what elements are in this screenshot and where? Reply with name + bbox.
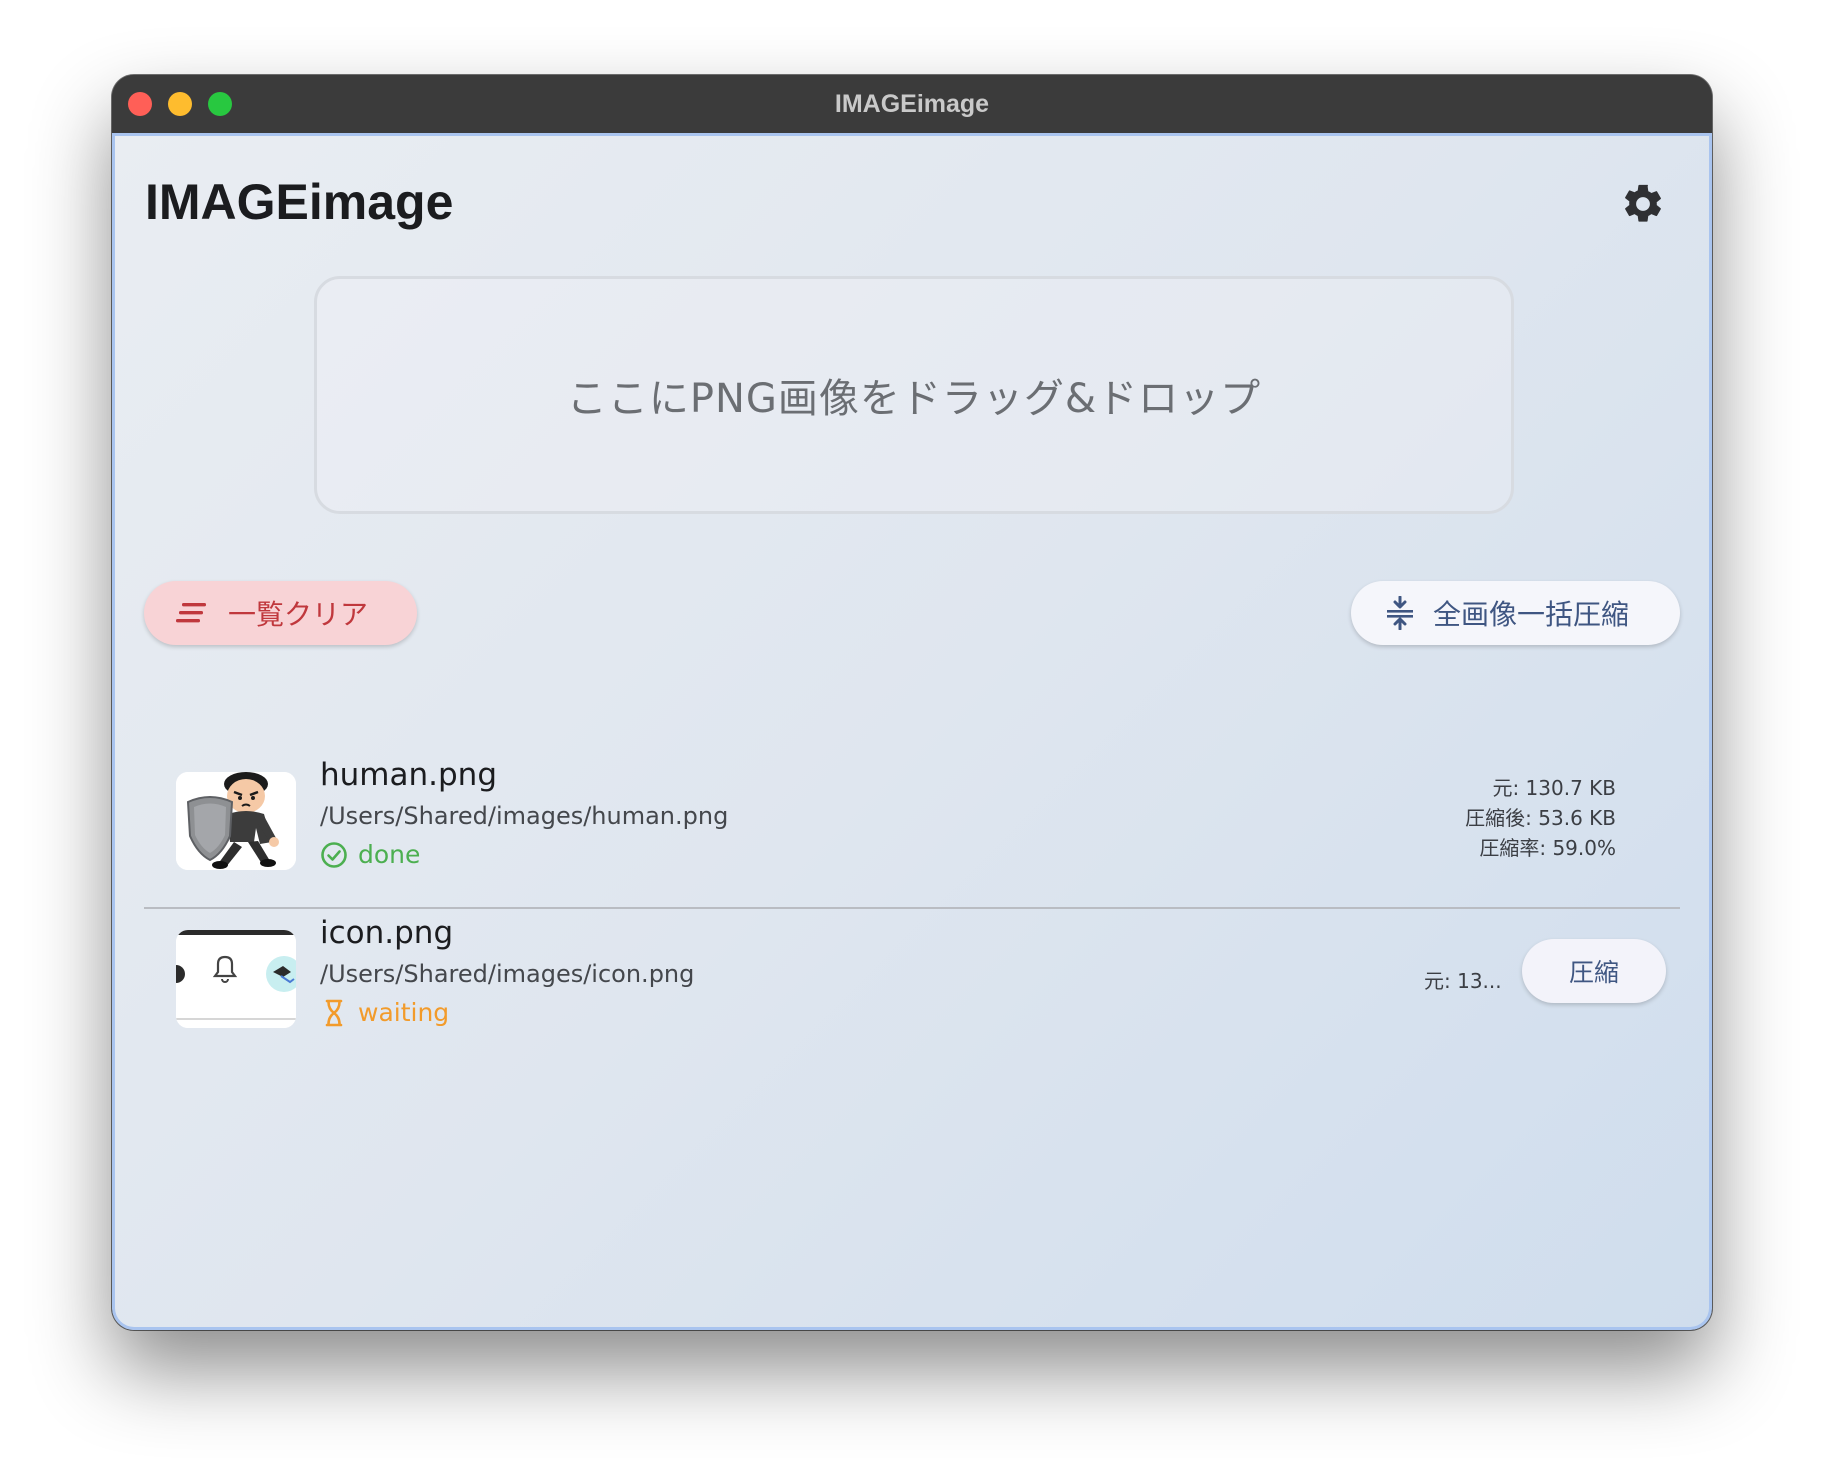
- file-thumbnail: [176, 930, 296, 1028]
- page-title: IMAGEimage: [145, 174, 454, 230]
- original-size: 元: 130.7 KB: [1492, 776, 1616, 800]
- status-text: done: [358, 840, 421, 869]
- main-content: IMAGEimage ここにPNG画像をドラッグ&ドロップ 一覧クリア 全画像一…: [112, 133, 1712, 1330]
- compressed-size: 圧縮後: 53.6 KB: [1465, 806, 1616, 830]
- status-badge: waiting: [320, 998, 449, 1027]
- compress-all-label: 全画像一括圧縮: [1433, 598, 1630, 631]
- compress-button[interactable]: 圧縮: [1522, 939, 1666, 1003]
- drop-zone-text: ここにPNG画像をドラッグ&ドロップ: [566, 376, 1262, 422]
- app-window: IMAGEimage IMAGEimage ここにPNG画像をドラッグ&ドロップ…: [112, 75, 1712, 1330]
- file-path: /Users/Shared/images/icon.png: [320, 960, 695, 988]
- gear-icon[interactable]: [1620, 181, 1666, 227]
- clear-list-label: 一覧クリア: [228, 598, 369, 631]
- clear-all-icon: [176, 603, 206, 623]
- file-thumbnail: [176, 772, 296, 870]
- status-text: waiting: [358, 998, 450, 1027]
- check-circle-icon: [321, 841, 347, 868]
- compress-all-button[interactable]: 全画像一括圧縮: [1351, 581, 1680, 645]
- human-thumbnail-image: [176, 772, 296, 870]
- list-item[interactable]: icon.png /Users/Shared/images/icon.png w…: [144, 913, 1680, 1071]
- file-name: human.png: [320, 757, 497, 793]
- drop-zone[interactable]: ここにPNG画像をドラッグ&ドロップ: [314, 276, 1514, 514]
- list-item[interactable]: human.png /Users/Shared/images/human.png…: [144, 755, 1680, 913]
- file-name: icon.png: [320, 915, 454, 951]
- size-info: 元: 130.7 KB 圧縮後: 53.6 KB 圧縮率: 59.0%: [1465, 773, 1616, 863]
- compression-ratio: 圧縮率: 59.0%: [1479, 836, 1616, 860]
- hourglass-icon: [325, 999, 343, 1026]
- status-badge: done: [320, 840, 420, 869]
- original-size: 元: 13...: [1424, 969, 1502, 993]
- clear-list-button[interactable]: 一覧クリア: [144, 581, 417, 645]
- window-title: IMAGEimage: [834, 90, 990, 118]
- title-bar[interactable]: IMAGEimage: [112, 75, 1712, 134]
- file-path: /Users/Shared/images/human.png: [320, 802, 729, 830]
- list-divider: [144, 907, 1680, 909]
- desktop: IMAGEimage IMAGEimage ここにPNG画像をドラッグ&ドロップ…: [0, 0, 1824, 1480]
- compress-icon: [1387, 596, 1413, 630]
- icon-thumbnail-image: [176, 930, 296, 1028]
